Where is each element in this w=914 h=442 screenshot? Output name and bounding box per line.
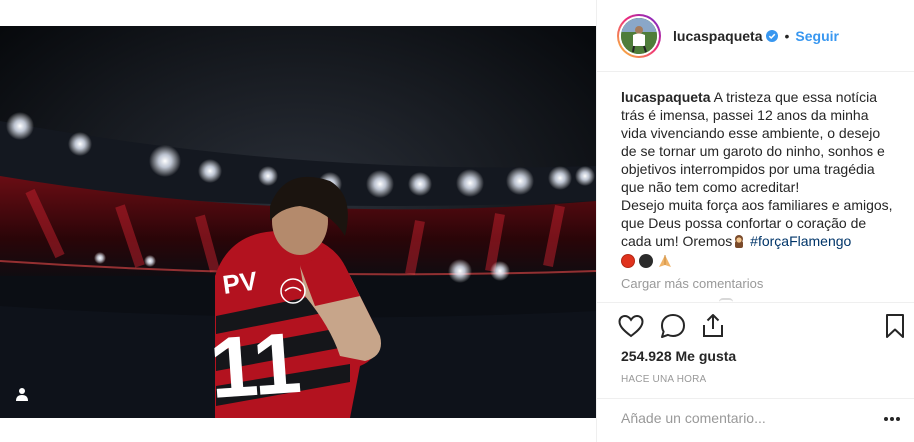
share-icon[interactable] [699, 312, 727, 340]
avatar-story-ring[interactable] [617, 13, 661, 58]
praying-hands-icon [659, 255, 671, 267]
post-header: lucaspaqueta • Seguir [597, 0, 914, 72]
divider [597, 302, 914, 303]
bookmark-icon[interactable] [881, 312, 909, 340]
likes-count[interactable]: 254.928 Me gusta [621, 348, 736, 364]
post-caption: lucaspaqueta A tristeza que essa notícia… [621, 88, 893, 270]
verified-badge-icon [766, 29, 779, 42]
person-emoji-icon [735, 235, 744, 248]
emoji-row [621, 252, 893, 270]
avatar[interactable] [621, 17, 657, 54]
post-photo[interactable]: PV 11 [0, 26, 596, 418]
red-circle-icon [621, 254, 635, 268]
black-circle-icon [639, 254, 653, 268]
caption-username[interactable]: lucaspaqueta [621, 89, 710, 105]
post-actions [617, 312, 909, 342]
heart-outline-icon[interactable] [617, 312, 645, 340]
stadium-photo: PV 11 [0, 26, 596, 418]
comment-input[interactable]: Añade un comentario... [621, 410, 871, 426]
user-tag-icon[interactable] [14, 386, 30, 402]
divider [597, 398, 914, 399]
more-dots-icon[interactable] [883, 416, 901, 422]
load-more-comments[interactable]: Cargar más comentarios [621, 276, 763, 291]
speech-bubble-icon[interactable] [659, 312, 687, 340]
header-username[interactable]: lucaspaqueta [673, 28, 762, 44]
follow-button[interactable]: Seguir [795, 28, 839, 44]
header-separator: • [784, 27, 790, 44]
hashtag-link[interactable]: #forçaFlamengo [750, 233, 851, 249]
post-sidebar: lucaspaqueta • Seguir lucaspaqueta A tri… [596, 0, 914, 442]
jersey-text: PV [221, 265, 260, 300]
jersey-number: 11 [207, 315, 304, 417]
post-timestamp[interactable]: HACE UNA HORA [621, 374, 706, 385]
